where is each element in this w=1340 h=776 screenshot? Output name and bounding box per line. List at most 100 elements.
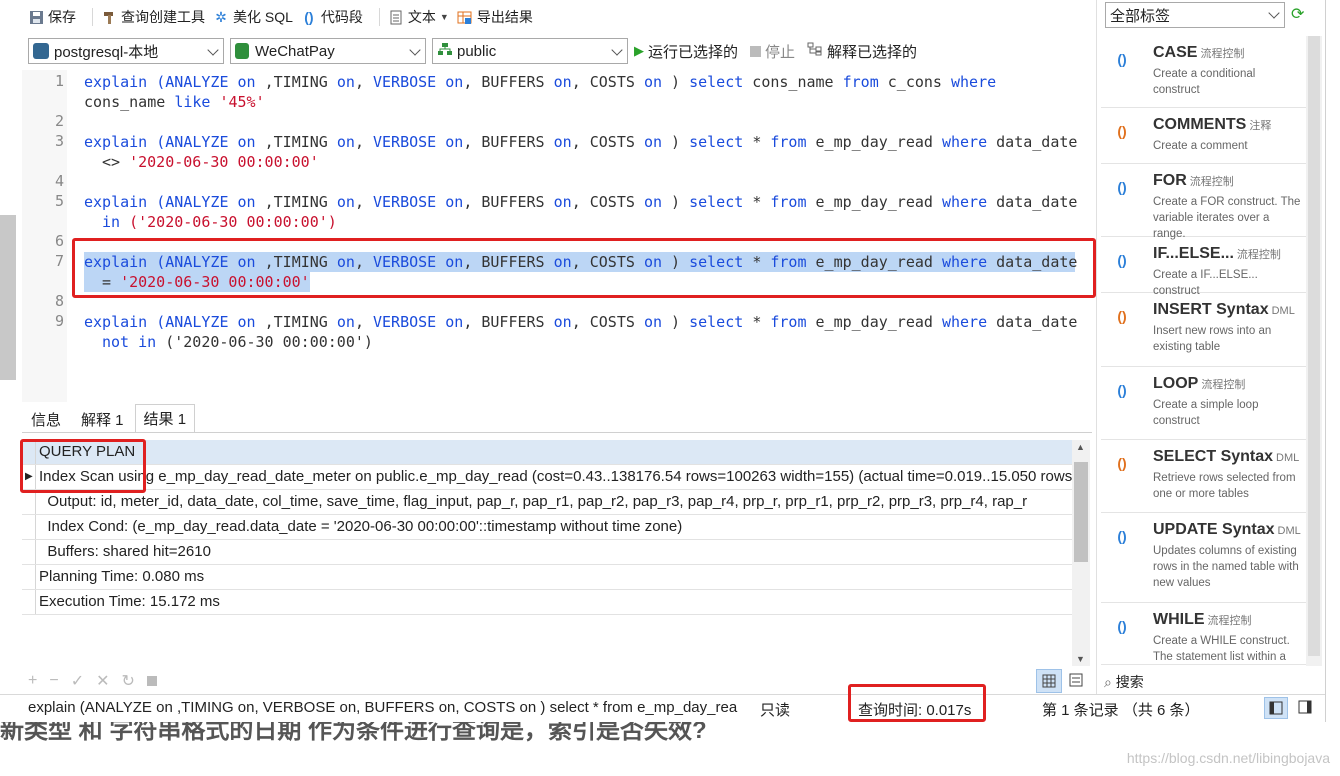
grid-scroll-thumb[interactable] [1074,462,1088,562]
database-value: WeChatPay [255,42,335,60]
grid-view-button[interactable] [1036,669,1062,693]
connection-select[interactable]: postgresql-本地 [28,38,224,64]
snippet-code-icon: () [1117,51,1127,67]
layout-left-button[interactable] [1264,697,1288,719]
snippet-code-icon: () [1117,528,1127,544]
watermark: https://blog.csdn.net/libingbojava [1126,750,1330,766]
table-row[interactable]: Execution Time: 15.172 ms [22,590,1072,615]
text-mode-button[interactable]: 文本 ▼ [388,7,449,27]
form-view-button[interactable] [1064,669,1090,693]
left-splitter[interactable] [0,215,16,380]
table-row[interactable]: Buffers: shared hit=2610 [22,540,1072,565]
database-select[interactable]: WeChatPay [230,38,426,64]
snippet-search[interactable]: ⌕ 搜索 [1096,668,1325,694]
code-line-3-cont: <> '2020-06-30 00:00:00' [102,153,319,171]
table-row[interactable]: ▶ Index Scan using e_mp_day_read_date_me… [22,465,1072,490]
beautify-sql-button[interactable]: ✲ 美化 SQL [213,7,293,27]
code-line-3: explain (ANALYZE on ,TIMING on, VERBOSE … [84,133,1078,151]
line-number: 5 [54,192,64,210]
table-row[interactable]: Index Cond: (e_mp_day_read.data_date = '… [22,515,1072,540]
layout-right-button[interactable] [1294,697,1318,719]
snippet-code-icon: () [1117,382,1127,398]
tag-filter-value: 全部标签 [1110,8,1171,25]
status-record-count: 第 1 条记录 （共 6 条） [1042,702,1200,719]
cell-query-plan: Index Cond: (e_mp_day_read.data_date = '… [39,518,683,535]
cell-query-plan: Index Scan using e_mp_day_read_date_mete… [39,468,1072,485]
discard-icon[interactable]: ✕ [96,671,109,691]
cell-query-plan: Buffers: shared hit=2610 [39,543,211,560]
schema-select[interactable]: public [432,38,628,64]
scroll-down-icon[interactable]: ▼ [1076,654,1085,664]
add-row-icon[interactable]: + [28,672,37,690]
snippet-title: LOOP [1153,375,1199,392]
snippet-desc: Retrieve rows selected from one or more … [1153,472,1296,500]
code-line-5-cont: in ('2020-06-30 00:00:00') [102,213,337,231]
snippet-search-placeholder: 搜索 [1115,674,1144,690]
code-line-1-cont: cons_name like '45%' [84,93,265,111]
snippet-title: COMMENTS [1153,116,1247,133]
run-selected-label: 运行已选择的 [648,43,739,61]
snippet-item[interactable]: () FOR 流程控制 Create a FOR construct. The v… [1101,164,1307,240]
snippet-code-icon: () [1117,455,1127,471]
run-selected-button[interactable]: ▶ 运行已选择的 [634,41,738,62]
tag-filter-select[interactable]: 全部标签 [1105,2,1285,28]
snippet-item[interactable]: () UPDATE Syntax DML Updates columns of e… [1101,513,1307,603]
snippet-item[interactable]: () LOOP 流程控制 Create a simple loop constru… [1101,367,1307,440]
export-results-button[interactable]: 导出结果 [457,7,533,27]
table-row[interactable]: Output: id, meter_id, data_date, col_tim… [22,490,1072,515]
cell-query-plan: Output: id, meter_id, data_date, col_tim… [39,493,1028,510]
explain-icon [807,42,823,60]
sql-editor[interactable]: 1 2 3 4 5 6 7 8 9 explain (ANALYZE on ,T… [22,70,1092,402]
table-row[interactable]: Planning Time: 0.080 ms [22,565,1072,590]
chevron-down-icon [409,44,421,56]
panel-right-icon [1298,700,1312,714]
refresh-icon[interactable]: ↻ [122,671,135,691]
tab-explain[interactable]: 解释 1 [72,406,133,432]
save-label: 保存 [48,9,76,25]
export-label: 导出结果 [476,9,533,25]
tab-result[interactable]: 结果 1 [134,404,196,432]
snippet-scroll-thumb[interactable] [1308,36,1320,656]
snippet-label: 代码段 [320,9,363,25]
braces-icon: () [304,9,314,25]
code-line-9-cont: not in ('2020-06-30 00:00:00') [102,333,373,351]
apply-icon[interactable]: ✓ [71,671,84,691]
tab-info[interactable]: 信息 [22,406,70,432]
database-icon [235,43,249,59]
grid-scrollbar[interactable]: ▲ ▼ [1072,440,1090,666]
snippet-title: UPDATE Syntax [1153,521,1275,538]
status-bar: explain (ANALYZE on ,TIMING on, VERBOSE … [0,694,1325,722]
stop-square-icon[interactable] [146,676,157,686]
save-button[interactable]: 保存 [28,7,76,27]
explain-selected-label: 解释已选择的 [827,43,918,61]
stop-button[interactable]: 停止 [750,41,795,62]
row-marker [22,565,36,589]
snippet-item[interactable]: () COMMENTS 注释 Create a comment [1101,108,1307,164]
query-builder-button[interactable]: 查询创建工具 [101,7,205,27]
snippet-item[interactable]: () INSERT Syntax DML Insert new rows into… [1101,293,1307,367]
add-snippet-icon[interactable]: ⟳ [1291,4,1304,24]
delete-row-icon[interactable]: − [49,672,58,690]
cell-query-plan: Planning Time: 0.080 ms [39,568,205,585]
article-text: 新类型 和 字符串格式的日期 作为条件进行查询是，索引是否失效? [0,722,707,744]
line-number: 2 [54,112,64,130]
snippet-item[interactable]: () IF...ELSE... 流程控制 Create a IF...ELSE..… [1101,237,1307,297]
snippet-button[interactable]: () 代码段 [301,7,363,27]
grid-view-icon [1042,674,1056,688]
toolbar-divider [92,8,93,26]
snippet-code-icon: () [1117,618,1127,634]
explain-selected-button[interactable]: 解释已选择的 [807,41,917,62]
snippet-tag: 注释 [1249,120,1272,132]
scroll-up-icon[interactable]: ▲ [1076,442,1085,452]
grid-header[interactable]: QUERY PLAN [22,440,1072,465]
snippet-desc: Create a simple loop construct [1153,399,1259,427]
toolbar-divider [378,8,380,26]
snippet-item[interactable]: () WHILE 流程控制 Create a WHILE construct. T… [1101,603,1307,665]
snippet-item[interactable]: () SELECT Syntax DML Retrieve rows select… [1101,440,1307,513]
chevron-down-icon [1268,7,1280,19]
snippet-desc: Insert new rows into an existing table [1153,325,1272,353]
snippet-title: WHILE [1153,611,1205,628]
snippet-item[interactable]: () CASE 流程控制 Create a conditional constru… [1101,36,1307,108]
form-view-icon [1069,673,1083,687]
snippet-scrollbar[interactable] [1306,36,1322,666]
